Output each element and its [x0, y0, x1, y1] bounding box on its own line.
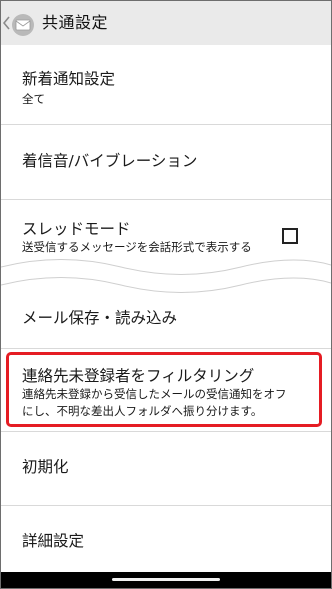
chevron-left-icon [3, 16, 10, 30]
setting-title: メール保存・読み込み [22, 309, 178, 327]
setting-title: 新着通知設定 [22, 70, 116, 88]
thread-mode-checkbox[interactable] [282, 228, 298, 244]
setting-title: スレッドモード [22, 220, 131, 238]
app-bar: 共通設定 [1, 1, 331, 45]
screen-frame: 共通設定 新着通知設定 全て 着信音/バイブレーション スレッドモード 送受信す… [0, 0, 332, 589]
page-title: 共通設定 [42, 13, 109, 32]
section-break [1, 259, 331, 293]
home-gesture-handle[interactable] [112, 578, 220, 581]
setting-new-mail-notification[interactable]: 新着通知設定 全て [1, 45, 331, 124]
setting-reset[interactable]: 初期化 [1, 432, 331, 505]
setting-title: 着信音/バイブレーション [22, 152, 198, 170]
setting-mail-save-load[interactable]: メール保存・読み込み [1, 293, 331, 348]
setting-ringtone-vibration[interactable]: 着信音/バイブレーション [1, 125, 331, 199]
setting-title: 詳細設定 [22, 532, 85, 550]
highlight-frame [6, 352, 322, 427]
setting-subtitle: 送受信するメッセージを会話形式で表示する [22, 240, 252, 254]
back-button[interactable] [2, 13, 12, 33]
setting-advanced[interactable]: 詳細設定 [1, 506, 331, 572]
system-navigation-bar [1, 572, 331, 588]
mail-app-icon [12, 14, 34, 36]
setting-title: 初期化 [22, 458, 69, 476]
setting-subtitle: 全て [22, 92, 45, 106]
